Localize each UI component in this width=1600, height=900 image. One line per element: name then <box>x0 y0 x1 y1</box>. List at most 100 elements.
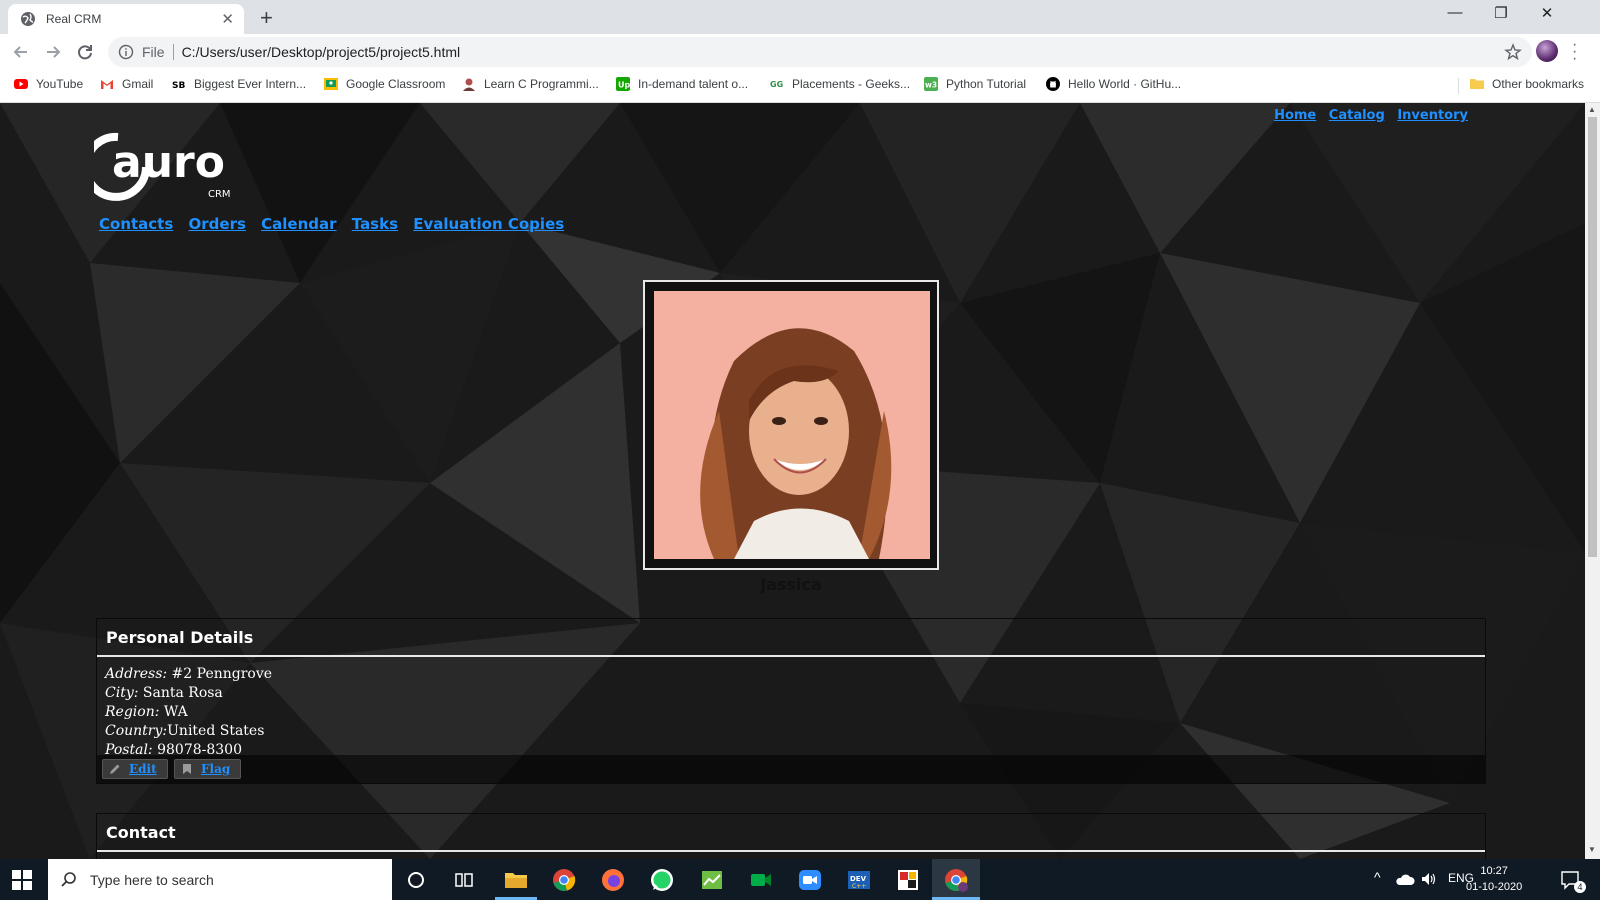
bookmark-upwork[interactable]: Up In-demand talent o... <box>616 77 748 91</box>
file-explorer-icon[interactable] <box>503 867 529 893</box>
catalog-link[interactable]: Catalog <box>1329 108 1385 123</box>
nav-orders[interactable]: Orders <box>189 215 246 233</box>
svg-text:Up: Up <box>618 81 630 90</box>
bookmarks-divider <box>1458 78 1459 94</box>
bookmark-internship[interactable]: SB Biggest Ever Intern... <box>172 77 306 91</box>
bookmark-learn-c[interactable]: Learn C Programmi... <box>462 77 599 91</box>
tab-title: Real CRM <box>46 12 102 26</box>
windows-start-icon[interactable] <box>12 870 32 890</box>
pencil-icon <box>110 764 120 774</box>
dev-cpp-icon[interactable]: DEVC++ <box>846 867 872 893</box>
whatsapp-icon[interactable] <box>649 867 675 893</box>
personal-details-panel: Personal Details Address: #2 Penngrove C… <box>96 618 1486 784</box>
globe-icon <box>21 12 35 26</box>
nav-contacts[interactable]: Contacts <box>99 215 173 233</box>
page-scrollbar[interactable]: ▲ ▼ <box>1585 103 1600 859</box>
upwork-icon: Up <box>616 77 630 91</box>
panel-title: Personal Details <box>106 628 254 647</box>
country-row: Country:United States <box>105 723 265 739</box>
chrome-icon[interactable] <box>551 867 577 893</box>
url-text[interactable]: C:/Users/user/Desktop/project5/project5.… <box>182 44 1504 60</box>
scroll-up-arrow-icon[interactable]: ▲ <box>1588 105 1596 114</box>
svg-text:w3: w3 <box>925 81 937 90</box>
new-tab-button[interactable]: + <box>260 5 273 31</box>
windows-taskbar: Type here to search DEV C++ ^ ENG 10:27 0… <box>0 859 1600 900</box>
address-block: Address: #2 Penngrove City: Santa Rosa R… <box>105 665 272 760</box>
bookmark-label: Python Tutorial <box>946 77 1027 91</box>
scrollbar-thumb[interactable] <box>1588 117 1597 557</box>
flag-button[interactable]: Flag <box>174 759 242 779</box>
edit-button[interactable]: Edit <box>102 759 168 779</box>
bookmark-label: Biggest Ever Intern... <box>194 77 307 91</box>
bookmark-github[interactable]: Hello World · GitHu... <box>1046 77 1181 91</box>
forward-icon[interactable] <box>42 41 64 63</box>
address-row: Address: #2 Penngrove <box>105 666 273 682</box>
address-scheme: File <box>142 44 165 60</box>
profile-avatar[interactable] <box>1536 40 1558 62</box>
panel-header: Contact <box>97 814 1485 852</box>
bookmark-label: Gmail <box>122 77 154 91</box>
bookmark-label: Google Classroom <box>346 77 446 91</box>
bookmark-classroom[interactable]: Google Classroom <box>324 77 445 91</box>
flag-label: Flag <box>201 762 231 776</box>
bookmark-gmail[interactable]: Gmail <box>100 77 153 91</box>
bookmark-label: Other bookmarks <box>1492 77 1585 91</box>
back-icon[interactable] <box>10 41 32 63</box>
bookmarks-bar: YouTube Gmail SB Biggest Ever Intern... … <box>0 70 1600 103</box>
nav-tasks[interactable]: Tasks <box>352 215 398 233</box>
taskbar-search[interactable]: Type here to search <box>48 859 392 900</box>
contact-panel: Contact <box>96 813 1486 859</box>
cortana-icon[interactable] <box>403 867 429 893</box>
gmail-icon <box>101 80 113 89</box>
bookmark-other[interactable]: Other bookmarks <box>1470 77 1584 91</box>
profile-photo-frame <box>643 280 939 570</box>
main-nav: Contacts Orders Calendar Tasks Evaluatio… <box>99 215 574 233</box>
window-close-button[interactable]: ✕ <box>1524 4 1570 22</box>
address-bar[interactable]: File C:/Users/user/Desktop/project5/proj… <box>108 37 1532 67</box>
zoom-icon[interactable] <box>797 867 823 893</box>
minimize-button[interactable]: — <box>1432 4 1478 21</box>
bookmark-geeks[interactable]: GG Placements - Geeks... <box>770 77 910 91</box>
volume-icon[interactable] <box>1420 871 1438 887</box>
tab-close-icon[interactable]: ✕ <box>221 10 234 28</box>
task-view-icon[interactable] <box>451 867 477 893</box>
nav-calendar[interactable]: Calendar <box>261 215 336 233</box>
browser-tab[interactable]: Real CRM ✕ <box>8 4 244 34</box>
system-clock[interactable]: 10:27 01-10-2020 <box>1466 863 1522 895</box>
inventory-link[interactable]: Inventory <box>1397 108 1468 123</box>
bookmark-label: Placements - Geeks... <box>792 77 911 91</box>
menu-kebab-icon[interactable]: · · · <box>1572 37 1577 67</box>
tray-chevron-icon[interactable]: ^ <box>1374 869 1381 885</box>
firefox-icon[interactable] <box>600 867 626 893</box>
bookmark-python[interactable]: w3 Python Tutorial <box>924 77 1026 91</box>
github-icon <box>1046 77 1060 91</box>
restore-button[interactable]: ❐ <box>1478 4 1524 22</box>
chrome-profile-icon[interactable] <box>943 867 969 893</box>
folder-icon <box>1470 79 1484 89</box>
scroll-down-arrow-icon[interactable]: ▼ <box>1588 845 1596 854</box>
svg-text:GG: GG <box>770 80 783 89</box>
tab-strip: Real CRM ✕ + — ❐ ✕ <box>0 0 1600 34</box>
svg-text:DEV: DEV <box>850 875 867 883</box>
home-link[interactable]: Home <box>1274 108 1316 123</box>
bookmark-youtube[interactable]: YouTube <box>14 77 83 91</box>
logo-wordmark: auro <box>112 137 225 188</box>
nav-evaluation-copies[interactable]: Evaluation Copies <box>413 215 564 233</box>
bookmark-label: In-demand talent o... <box>638 77 749 91</box>
page-viewport: Home Catalog Inventory auro CRM Contacts… <box>0 103 1585 859</box>
notification-count-badge: 4 <box>1574 881 1586 893</box>
panel-header: Personal Details <box>97 619 1485 657</box>
bookmark-flag-icon <box>183 764 191 774</box>
info-icon[interactable] <box>118 44 134 60</box>
city-row: City: Santa Rosa <box>105 685 223 701</box>
svg-text:SB: SB <box>172 81 185 91</box>
excel-chart-icon[interactable] <box>699 867 725 893</box>
turbo-c-icon[interactable] <box>895 867 921 893</box>
google-meet-icon[interactable] <box>748 867 774 893</box>
svg-text:C++: C++ <box>852 883 866 890</box>
bookmark-star-icon[interactable] <box>1504 43 1522 61</box>
sb-icon: SB <box>172 81 185 91</box>
reload-icon[interactable] <box>74 41 96 63</box>
gfg-icon: GG <box>770 80 783 89</box>
onedrive-cloud-icon[interactable] <box>1395 872 1415 886</box>
